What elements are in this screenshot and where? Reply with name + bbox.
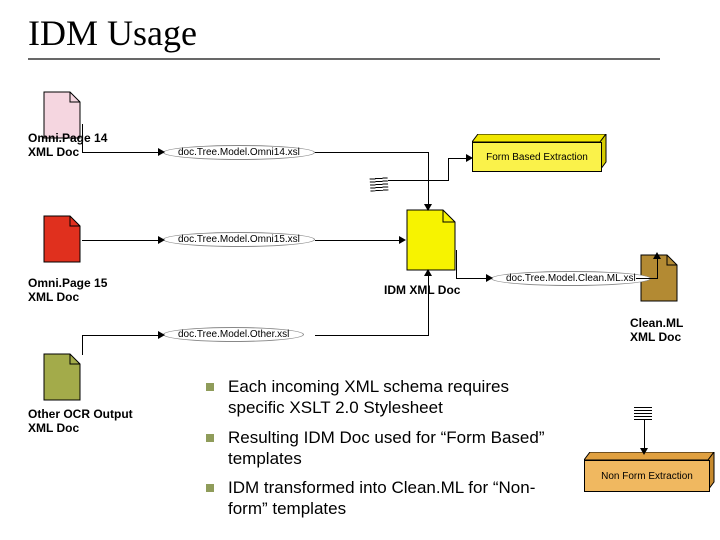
arrow	[82, 335, 83, 355]
bullet-item: Resulting IDM Doc used for “Form Based” …	[186, 427, 558, 470]
nonform-extraction-box: Non Form Extraction	[584, 452, 710, 494]
bullet-icon	[206, 434, 214, 442]
arrow-head-icon	[653, 252, 661, 259]
arrow-head-icon	[424, 269, 432, 276]
striped-connector-icon	[370, 176, 389, 191]
arrow	[428, 274, 429, 336]
arrow	[448, 158, 468, 159]
arrow-head-icon	[466, 154, 473, 162]
page-title: IDM Usage	[28, 12, 197, 54]
arrow	[636, 278, 658, 279]
cleanml-label: Clean.ML XML Doc	[630, 316, 710, 344]
arrow	[428, 152, 429, 206]
arrow	[657, 258, 658, 279]
title-underline	[28, 58, 660, 60]
idm-label: IDM XML Doc	[384, 283, 460, 297]
form-extraction-label: Form Based Extraction	[472, 142, 602, 172]
nonform-extraction-label: Non Form Extraction	[584, 460, 710, 492]
arrow	[456, 278, 488, 279]
arrow	[315, 240, 401, 241]
arrow-head-icon	[486, 274, 493, 282]
bullet-icon	[206, 383, 214, 391]
omni15-label: Omni.Page 15 XML Doc	[28, 276, 118, 304]
arrow	[456, 250, 457, 278]
arrow	[82, 240, 160, 241]
bullet-text: IDM transformed into Clean.ML for “Non-f…	[228, 477, 558, 520]
xsl-cleanml-oval: doc.Tree.Model.Clean.ML.xsl	[491, 271, 651, 286]
xsl-other-oval: doc.Tree.Model.Other.xsl	[163, 327, 304, 342]
bullet-icon	[206, 484, 214, 492]
bullet-text: Each incoming XML schema requires specif…	[228, 376, 558, 419]
arrow-head-icon	[424, 204, 432, 211]
arrow-head-icon	[158, 331, 165, 339]
other-label: Other OCR Output XML Doc	[28, 407, 138, 435]
arrow	[82, 335, 160, 336]
bullet-text: Resulting IDM Doc used for “Form Based” …	[228, 427, 558, 470]
arrow	[315, 152, 429, 153]
other-doc-icon	[43, 353, 81, 401]
idm-doc-icon	[406, 209, 456, 271]
arrow-head-icon	[640, 448, 648, 455]
omni14-label: Omni.Page 14 XML Doc	[28, 131, 118, 159]
xsl-omni14-oval: doc.Tree.Model.Omni14.xsl	[163, 145, 315, 160]
arrow	[388, 180, 448, 181]
xsl-omni15-oval: doc.Tree.Model.Omni15.xsl	[163, 232, 315, 247]
arrow-head-icon	[399, 236, 406, 244]
bullet-item: Each incoming XML schema requires specif…	[186, 376, 558, 419]
striped-connector-icon	[634, 406, 652, 420]
arrow	[315, 335, 428, 336]
arrow-head-icon	[158, 236, 165, 244]
bullet-item: IDM transformed into Clean.ML for “Non-f…	[186, 477, 558, 520]
arrow	[82, 124, 83, 152]
form-extraction-box: Form Based Extraction	[472, 134, 602, 174]
omni15-doc-icon	[43, 215, 81, 263]
bullet-list: Each incoming XML schema requires specif…	[186, 376, 558, 528]
arrow	[82, 152, 160, 153]
arrow	[644, 420, 645, 450]
arrow-head-icon	[158, 148, 165, 156]
arrow	[448, 158, 449, 181]
